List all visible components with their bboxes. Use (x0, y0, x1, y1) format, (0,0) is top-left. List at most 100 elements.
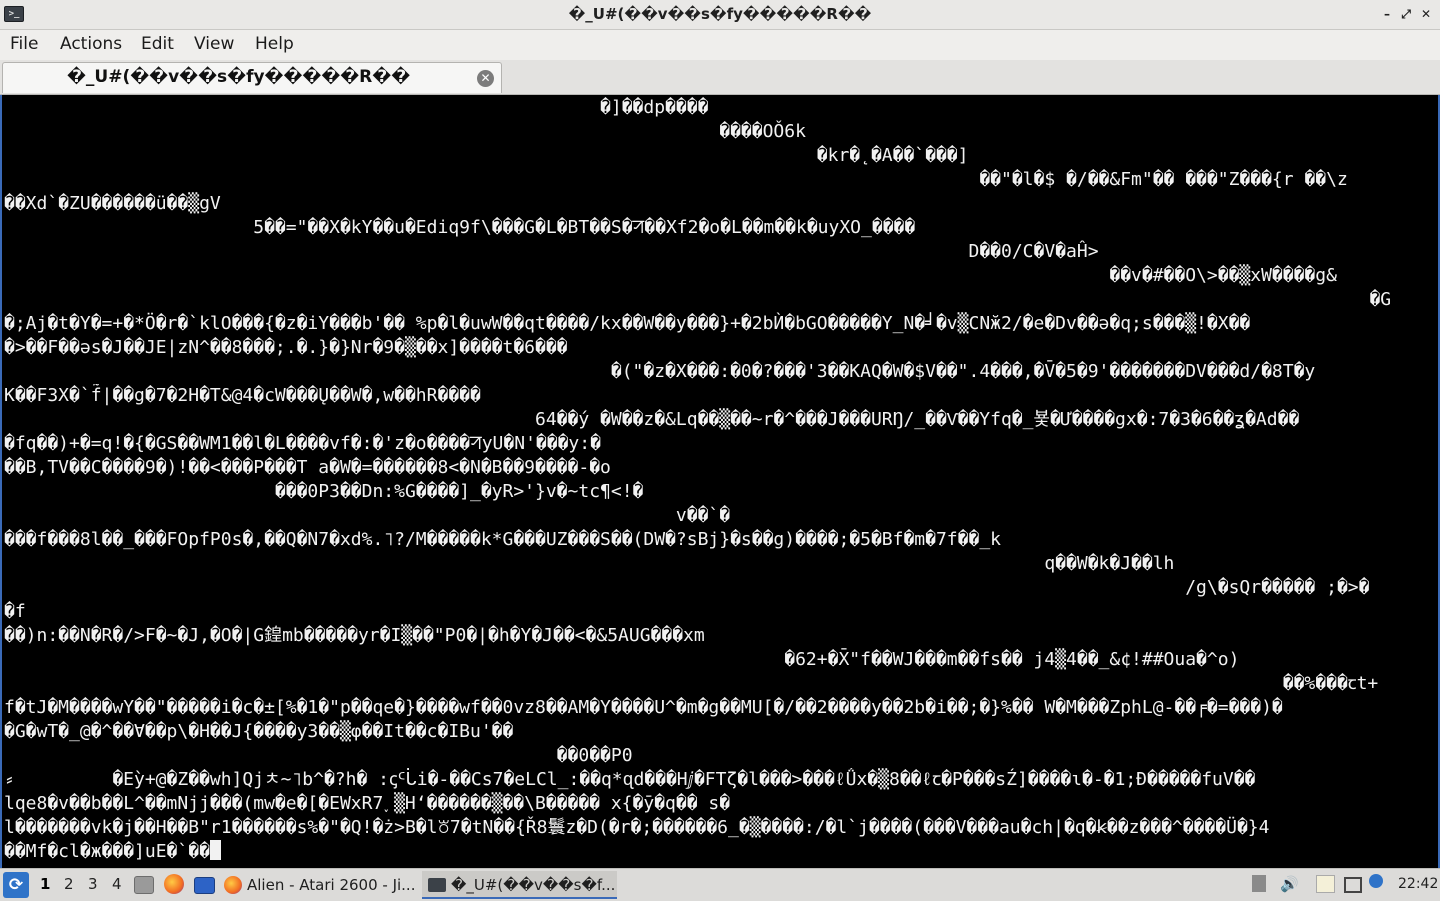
terminal-line-text: �kr�˛�A��`���] (4, 145, 969, 166)
terminal-line-text: K��F3X�`f̃|��g�7�2H�T&@4�cW���Ų��W�,w��h… (4, 385, 481, 406)
terminal-line-text: ��B,TV��C����9�)!��<���P���T a�W�=������… (4, 457, 611, 478)
menu-file[interactable]: File (10, 34, 38, 54)
terminal-line: ��B,TV��C����9�)!��<���P���T a�W�=������… (4, 456, 1434, 480)
terminal-line-text: ��%���ꞇt+ (4, 673, 1379, 694)
terminal-icon (428, 878, 446, 892)
terminal-line-text: /g\�sQr����� ;�>� (4, 577, 1370, 598)
task-label: Alien - Atari 2600 - Ji... (247, 876, 416, 894)
terminal-line: �("�z�X���:�0�?���'3��KAQ�W�$V��".4���,�… (4, 360, 1434, 384)
terminal-line: �>��F��əs�J��JE|zN^��8���;.�.}�}Nr�9�▒��… (4, 336, 1434, 360)
terminal-line: ⸗ �Eỳ+@�Z��wh]Qjㅊ~˥b^�?h� :ꞔᑦᒑi�-��Cs7�e… (4, 768, 1434, 792)
terminal-line-text: ��Mf�cl�ж���]uE�`�� (4, 841, 210, 862)
terminal-line-text: q��W�k�J��lh (4, 553, 1175, 574)
terminal-line: ��%���ꞇt+ (4, 672, 1434, 696)
close-button[interactable]: ✕ (1417, 4, 1435, 24)
terminal-line-text: �]��dp���� (4, 97, 709, 118)
terminal-line-text: �>��F��əs�J��JE|zN^��8���;.�.}�}Nr�9�▒��… (4, 337, 568, 358)
terminal-line-text: ��0��P0 (4, 745, 633, 766)
terminal-line-text: lqe8�v��b��L^��mNjj���(mw�e�[�EWxR7˯▒H‘�… (4, 793, 731, 814)
terminal-line-text: ��)n:��N�R�/>F�~�J,�O�|G鍠mb�����yr�I▒��"… (4, 625, 705, 646)
clock[interactable]: 22:42 (1398, 876, 1438, 892)
terminal-line-text: v��`� (4, 505, 731, 526)
terminal-line: �G�wT�_@�^��Ɐ��p\�H��J{����y3��▒φ��It��c… (4, 720, 1434, 744)
file-manager-icon[interactable] (134, 876, 154, 894)
terminal-line: v��`� (4, 504, 1434, 528)
terminal-line-text: ��v�#��O\>��▒xW����g& (4, 265, 1337, 286)
terminal-line: ��)n:��N�R�/>F�~�J,�O�|G鍠mb�����yr�I▒��"… (4, 624, 1434, 648)
terminal-line: �;Aj�t�Y�=+�*Ö�r�`klO���{�z�iY���b'�� %p… (4, 312, 1434, 336)
taskbar-task-browser[interactable]: Alien - Atari 2600 - Ji... (224, 871, 416, 899)
tab-label: �_U#(��v��s�fy�����R�� (67, 67, 411, 87)
terminal-line: f�tJ�M����wY��"�����i�c�±[%�1�"p��qe�}��… (4, 696, 1434, 720)
lxqt-menu-icon[interactable]: ⟳ (3, 872, 29, 898)
task-label: �_U#(��v��s�f... (451, 876, 616, 894)
terminal-line: ��"�l�$ �/��&Fm"�� ���"Z���{r ��\z (4, 168, 1434, 192)
terminal-lines: �]��dp���� ����OǑ6k �kr�˛�A��`���] ��"�l… (4, 96, 1434, 864)
terminal-line-text: l�������vk�j��H��B"r1������s%�"�Q!�ż>B�l… (4, 817, 1270, 838)
terminal-line-text: ���f���8l��_���FOpfP0s�,��Q�N7�xd%.˥?/M�… (4, 529, 1001, 550)
menubar: File Actions Edit View Help (0, 30, 1440, 60)
firefox-icon[interactable] (164, 874, 184, 894)
menu-edit[interactable]: Edit (141, 34, 174, 54)
terminal-line-text: �f (4, 601, 26, 622)
terminal-line: K��F3X�`f̃|��g�7�2H�T&@4�cW���Ų��W�,w��h… (4, 384, 1434, 408)
terminal-cursor (209, 840, 221, 860)
workspace-3[interactable]: 3 (88, 875, 98, 893)
workspace-1[interactable]: 1 (40, 875, 50, 893)
terminal-line: l�������vk�j��H��B"r1������s%�"�Q!�ż>B�l… (4, 816, 1434, 840)
terminal-line: ����OǑ6k (4, 120, 1434, 144)
terminal-line: �]��dp���� (4, 96, 1434, 120)
terminal-line: �kr�˛�A��`���] (4, 144, 1434, 168)
terminal-line: ��v�#��O\>��▒xW����g& (4, 264, 1434, 288)
notification-icon[interactable] (1369, 874, 1383, 888)
terminal-line: lqe8�v��b��L^��mNjj���(mw�e�[�EWxR7˯▒H‘�… (4, 792, 1434, 816)
terminal-line-text: ��"�l�$ �/��&Fm"�� ���"Z���{r ��\z (4, 169, 1348, 190)
show-desktop-icon[interactable] (194, 877, 215, 894)
menu-help[interactable]: Help (255, 34, 294, 54)
terminal-line: �fq��)+�=q!�{�GS��WM1��l�L����vf�:�'z�o�… (4, 432, 1434, 456)
workspace-4[interactable]: 4 (112, 875, 122, 893)
terminal-line-text: �fq��)+�=q!�{�GS��WM1��l�L����vf�:�'z�o�… (4, 433, 601, 454)
clipboard-icon[interactable] (1316, 875, 1335, 893)
menu-view[interactable]: View (194, 34, 234, 54)
tab-bar: �_U#(��v��s�fy�����R�� ✕ (0, 60, 1440, 95)
window-titlebar[interactable]: >_ �_U#(��v��s�fy�����R�� – ⤢ ✕ (0, 0, 1440, 30)
terminal-line: 5��="��X�kY��u�Ediq9f\���G�L�BT��S�ꠞ��Xf… (4, 216, 1434, 240)
workspace-2[interactable]: 2 (64, 875, 74, 893)
menu-actions[interactable]: Actions (60, 34, 122, 54)
terminal-line: ���f���8l��_���FOpfP0s�,��Q�N7�xd%.˥?/M�… (4, 528, 1434, 552)
terminal-line: /g\�sQr����� ;�>� (4, 576, 1434, 600)
terminal-line-text: 64��ý �W��z�&Lq��▒��~r�^���J���URŊ/_��Ѵ�… (4, 409, 1300, 430)
terminal-output[interactable]: �]��dp���� ����OǑ6k �kr�˛�A��`���] ��"�l… (0, 95, 1440, 868)
terminal-line-text: ����OǑ6k (4, 121, 806, 142)
terminal-line: ��Mf�cl�ж���]uE�`�� (4, 840, 1434, 864)
terminal-line-text: D��0/C�V�aĤ> (4, 241, 1099, 262)
terminal-line-text: ⸗ �Eỳ+@�Z��wh]Qjㅊ~˥b^�?h� :ꞔᑦᒑi�-��Cs7�e… (4, 769, 1256, 790)
updates-icon[interactable] (1252, 875, 1266, 892)
terminal-line-text: �("�z�X���:�0�?���'3��KAQ�W�$V��".4���,�… (4, 361, 1316, 382)
maximize-button[interactable]: ⤢ (1397, 4, 1415, 24)
tab-close-icon[interactable]: ✕ (477, 70, 494, 87)
terminal-line: �f (4, 600, 1434, 624)
terminal-line: q��W�k�J��lh (4, 552, 1434, 576)
terminal-line-text: �G�wT�_@�^��Ɐ��p\�H��J{����y3��▒φ��It��c… (4, 721, 514, 742)
terminal-line: D��0/C�V�aĤ> (4, 240, 1434, 264)
volume-icon[interactable]: 🔊 (1280, 875, 1299, 893)
terminal-line: 64��ý �W��z�&Lq��▒��~r�^���J���URŊ/_��Ѵ�… (4, 408, 1434, 432)
network-icon[interactable] (1344, 877, 1362, 893)
firefox-icon (224, 876, 242, 894)
terminal-tab[interactable]: �_U#(��v��s�fy�����R�� ✕ (2, 62, 502, 93)
window-title: �_U#(��v��s�fy�����R�� (568, 5, 872, 23)
minimize-button[interactable]: – (1378, 4, 1396, 24)
taskbar: ⟳ 1 2 3 4 Alien - Atari 2600 - Ji... �_U… (0, 868, 1440, 901)
terminal-line-text: �62+�X̄"f��WJ���m��fs�� j4▒4��_&¢!##Oua�… (4, 649, 1240, 670)
terminal-line-text: f�tJ�M����wY��"�����i�c�±[%�1�"p��qe�}��… (4, 697, 1283, 718)
terminal-line: ���0P3��Dn:%G����]_�yR>'}v�~tc¶<!� (4, 480, 1434, 504)
terminal-line: �G (4, 288, 1434, 312)
terminal-line: ��0��P0 (4, 744, 1434, 768)
terminal-line-text: ���0P3��Dn:%G����]_�yR>'}v�~tc¶<!� (4, 481, 644, 502)
terminal-line: ��Xd`�ZU������ü��▒gV (4, 192, 1434, 216)
taskbar-task-terminal[interactable]: �_U#(��v��s�f... (422, 871, 617, 899)
terminal-line-text: �;Aj�t�Y�=+�*Ö�r�`klO���{�z�iY���b'�� %p… (4, 313, 1251, 334)
terminal-line-text: �G (4, 289, 1392, 310)
